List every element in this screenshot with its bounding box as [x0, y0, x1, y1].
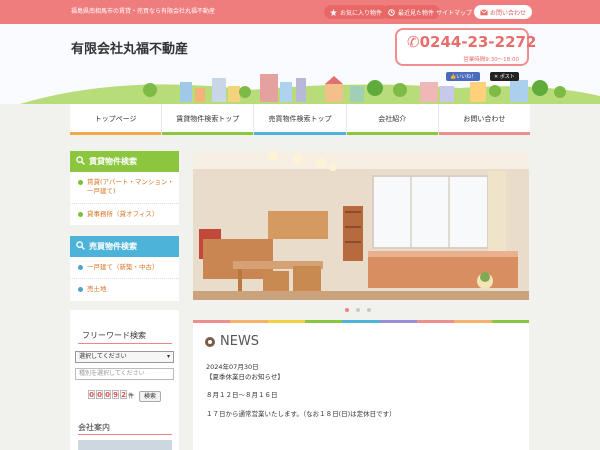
nav-contact[interactable]: お問い合わせ [438, 104, 531, 135]
business-hours: 営業時間9:30～18:00 [463, 57, 519, 63]
sale-search-panel: 売買物件検索 一戸建て（新築・中古） 売土地 [70, 236, 179, 301]
result-counter: 0 0 0 9 2 [88, 390, 127, 399]
rent-link-residential[interactable]: 賃貸(アパート・マンション・一戸建て) [70, 172, 179, 204]
x-post-button[interactable]: ✕ ポスト [490, 72, 519, 81]
search-button[interactable]: 検索 [139, 391, 161, 402]
rent-search-panel: 賃貸物件検索 賃貸(アパート・マンション・一戸建て) 貸事務所（貸オフィス） [70, 151, 179, 226]
sale-link-house[interactable]: 一戸建て（新築・中古） [70, 257, 179, 280]
chevron-down-icon: ▾ [166, 353, 170, 360]
company-logo-text[interactable]: 有限会社丸福不動産 [71, 38, 188, 57]
sale-search-heading: 売買物件検索 [70, 236, 179, 257]
news-line-1: ８月１２日～８月１６日 [206, 391, 278, 399]
nav-sale-search[interactable]: 売買物件検索トップ [254, 104, 347, 135]
news-date: 2024年07月30日 [206, 363, 259, 371]
site-header: 有限会社丸福不動産 ✆0244-23-2272 営業時間9:30～18:00 👍… [0, 24, 600, 104]
recent-viewed-button[interactable]: 最近見た物件 [382, 5, 441, 19]
slider-dot[interactable] [356, 308, 360, 312]
x-icon: ✕ [494, 73, 499, 80]
bullet-icon [78, 265, 83, 270]
slider-dot[interactable] [367, 308, 371, 312]
phone-icon: ✆ [407, 33, 420, 51]
facebook-like-button[interactable]: 👍 いいね！ [446, 72, 481, 81]
slider-pagination [345, 308, 371, 312]
bullet-icon [78, 180, 83, 185]
top-bar: 福島県南相馬市の賃貸・売買なら有限会社丸福不動産 お気に入り物件 最近見た物件 … [0, 0, 600, 24]
news-headline: 【夏季休業日のお知らせ】 [206, 372, 284, 381]
slider-dot[interactable] [345, 308, 349, 312]
sale-link-land[interactable]: 売土地 [70, 279, 179, 300]
nav-top[interactable]: トップページ [70, 104, 163, 135]
news-section: NEWS 2024年07月30日 【夏季休業日のお知らせ】 ８月１２日～８月１６… [193, 323, 529, 450]
mail-icon [480, 8, 488, 16]
ring-icon [205, 336, 215, 347]
rent-search-heading: 賃貸物件検索 [70, 151, 179, 172]
company-photo[interactable] [78, 440, 172, 450]
star-icon [330, 8, 337, 16]
company-info-title: 会社案内 [78, 423, 110, 432]
type-select-input[interactable]: 種別を選択してください [75, 368, 174, 380]
contact-button[interactable]: お問い合わせ [474, 5, 533, 19]
counter-unit: 件 [128, 393, 135, 400]
news-heading: NEWS [205, 334, 259, 349]
phone-number: ✆0244-23-2272 [407, 33, 537, 51]
rent-link-office[interactable]: 貸事務所（貸オフィス） [70, 204, 179, 225]
news-line-2: １７日から通常営業いたします。（なお１８日(日)は定休日です） [206, 409, 396, 418]
nav-rent-search[interactable]: 賃貸物件検索トップ [162, 104, 255, 135]
search-icon [76, 156, 85, 167]
hero-slider-image[interactable] [193, 151, 529, 300]
site-tagline: 福島県南相馬市の賃貸・売買なら有限会社丸福不動産 [71, 8, 216, 15]
keyword-search-panel: フリーワード検索 選択してください ▾ 種別を選択してください 0 0 0 9 2… [70, 310, 179, 450]
kitchen-photo [193, 151, 529, 300]
clock-icon [388, 8, 395, 16]
keyword-search-title: フリーワード検索 [82, 331, 146, 340]
category-select[interactable]: 選択してください ▾ [75, 351, 174, 363]
nav-company[interactable]: 会社紹介 [346, 104, 439, 135]
bullet-icon [78, 287, 83, 293]
news-item: 2024年07月30日 【夏季休業日のお知らせ】 ８月１２日～８月１６日 １７日… [206, 363, 396, 419]
favorites-button[interactable]: お気に入り物件 [324, 5, 389, 19]
sitemap-link[interactable]: サイトマップ [436, 8, 472, 17]
bullet-icon [78, 211, 83, 217]
search-icon [76, 241, 85, 252]
phone-box[interactable]: ✆0244-23-2272 営業時間9:30～18:00 [395, 28, 536, 66]
main-nav: トップページ 賃貸物件検索トップ 売買物件検索トップ 会社紹介 お問い合わせ [70, 104, 531, 135]
